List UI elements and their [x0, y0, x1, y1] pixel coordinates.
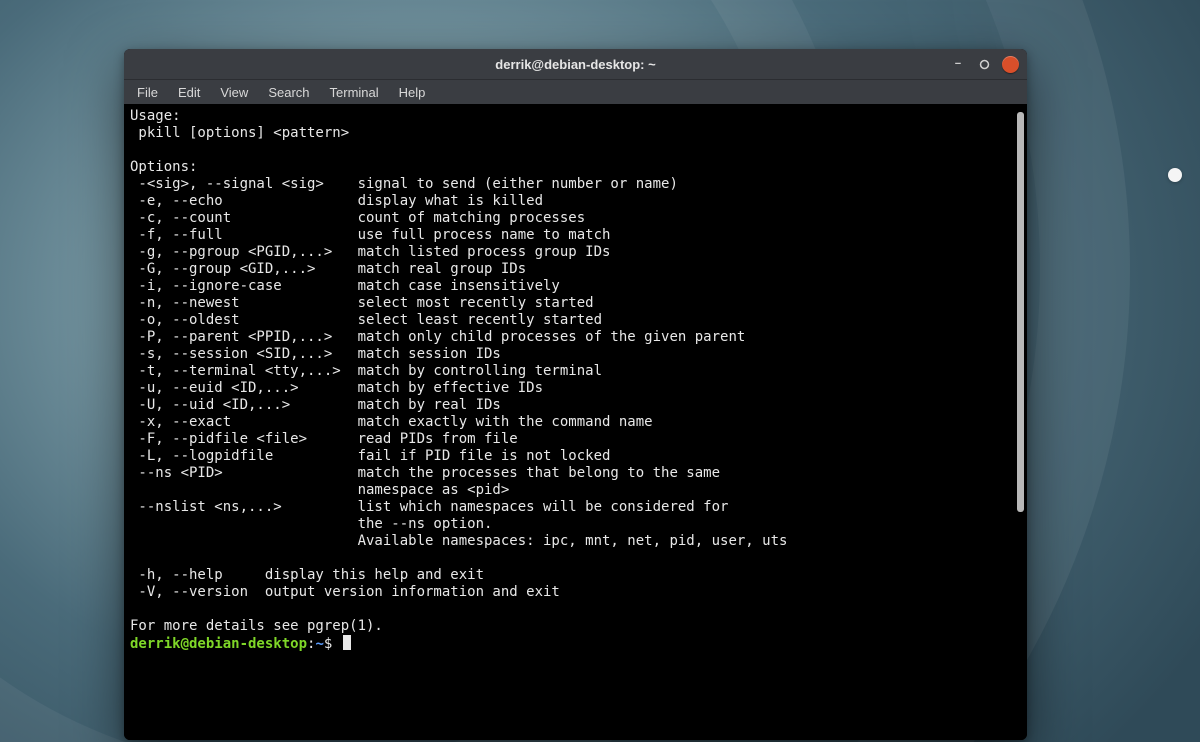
window-titlebar[interactable]: derrik@debian-desktop: ~ − [124, 49, 1027, 79]
menu-view[interactable]: View [211, 83, 257, 102]
maximize-button[interactable] [976, 56, 992, 72]
maximize-icon [979, 59, 990, 70]
scrollbar[interactable] [1015, 108, 1026, 736]
menubar: File Edit View Search Terminal Help [124, 79, 1027, 104]
terminal-viewport[interactable]: Usage: pkill [options] <pattern> Options… [130, 108, 1015, 736]
terminal-body[interactable]: Usage: pkill [options] <pattern> Options… [124, 104, 1027, 740]
window-controls: − [950, 56, 1019, 73]
menu-edit[interactable]: Edit [169, 83, 209, 102]
desktop-background: derrik@debian-desktop: ~ − File Edit Vie… [0, 0, 1200, 742]
minimize-button[interactable]: − [950, 56, 966, 72]
terminal-window: derrik@debian-desktop: ~ − File Edit Vie… [124, 49, 1027, 740]
window-title: derrik@debian-desktop: ~ [124, 57, 1027, 72]
close-button[interactable] [1002, 56, 1019, 73]
menu-help[interactable]: Help [390, 83, 435, 102]
menu-search[interactable]: Search [259, 83, 318, 102]
scrollbar-thumb[interactable] [1017, 112, 1024, 512]
menu-terminal[interactable]: Terminal [321, 83, 388, 102]
menu-file[interactable]: File [128, 83, 167, 102]
cursor [343, 635, 351, 650]
minimize-icon: − [955, 58, 961, 70]
terminal-output: Usage: pkill [options] <pattern> Options… [130, 108, 1015, 653]
desktop-indicator-dot [1168, 168, 1182, 182]
